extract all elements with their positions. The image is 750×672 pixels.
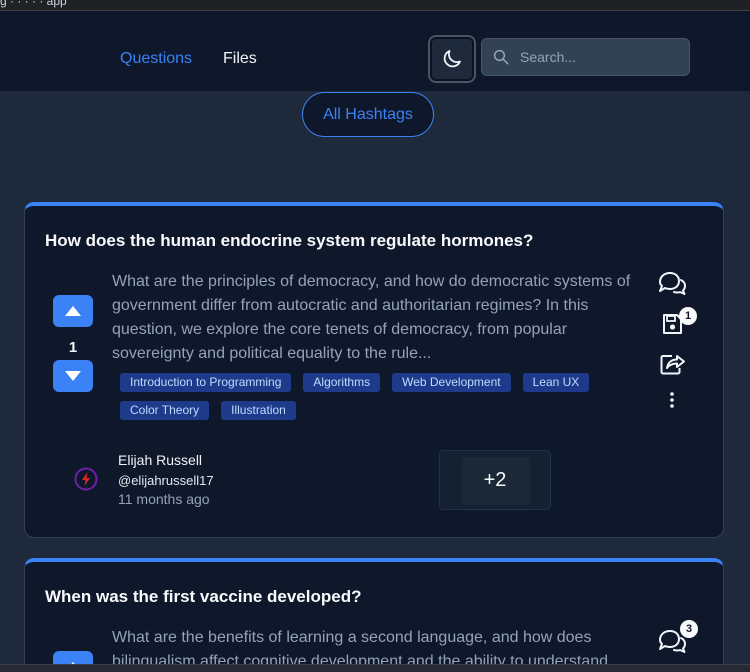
share-icon [660, 355, 685, 375]
tag[interactable]: Illustration [221, 401, 296, 420]
attachments-more-count: +2 [483, 468, 507, 491]
question-body: What are the principles of democracy, an… [112, 273, 631, 362]
more-options-button[interactable] [655, 385, 689, 415]
tag[interactable]: Introduction to Programming [120, 373, 292, 392]
question-card: When was the first vaccine developed? Wh… [24, 558, 724, 672]
navbar: Questions Files [0, 11, 750, 91]
comments-icon [659, 272, 686, 295]
search-input[interactable] [520, 49, 670, 65]
save-button[interactable]: 1 [655, 307, 697, 339]
author-handle[interactable]: @elijahrussell17 [118, 473, 214, 488]
nav-files-link[interactable]: Files [223, 49, 257, 69]
tag-list: Introduction to Programming Algorithms W… [120, 373, 640, 420]
tag[interactable]: Lean UX [522, 373, 590, 392]
upvote-button[interactable] [53, 295, 93, 327]
attachments-more-button[interactable]: +2 [439, 450, 551, 510]
arrow-down-icon [65, 371, 81, 381]
question-title[interactable]: When was the first vaccine developed? [45, 586, 361, 608]
arrow-up-icon [65, 306, 81, 316]
more-vertical-icon [670, 392, 674, 408]
post-time: 11 months ago [118, 491, 210, 507]
taskbar [0, 664, 750, 672]
lightning-icon [74, 467, 98, 491]
author-name[interactable]: Elijah Russell [118, 452, 202, 468]
moon-icon [443, 50, 461, 68]
comments-button[interactable] [655, 268, 689, 298]
downvote-button[interactable] [53, 360, 93, 392]
all-hashtags-button[interactable]: All Hashtags [302, 92, 434, 137]
search-box[interactable] [481, 38, 690, 76]
browser-tab-title: g · · · · · app [0, 0, 67, 8]
comment-count-badge: 3 [680, 620, 698, 638]
theme-toggle-button[interactable] [428, 35, 476, 83]
browser-tab-strip: g · · · · · app [0, 0, 750, 11]
nav-questions-link[interactable]: Questions [120, 49, 192, 69]
share-button[interactable] [655, 349, 689, 379]
search-icon [493, 49, 509, 65]
comments-button[interactable]: 3 [655, 620, 698, 656]
tag[interactable]: Algorithms [303, 373, 381, 392]
vote-count: 1 [68, 339, 78, 356]
tag[interactable]: Web Development [392, 373, 511, 392]
tag[interactable]: Color Theory [120, 401, 210, 420]
question-card: How does the human endocrine system regu… [24, 202, 724, 538]
question-title[interactable]: How does the human endocrine system regu… [45, 230, 533, 252]
saved-count-badge: 1 [679, 307, 697, 325]
